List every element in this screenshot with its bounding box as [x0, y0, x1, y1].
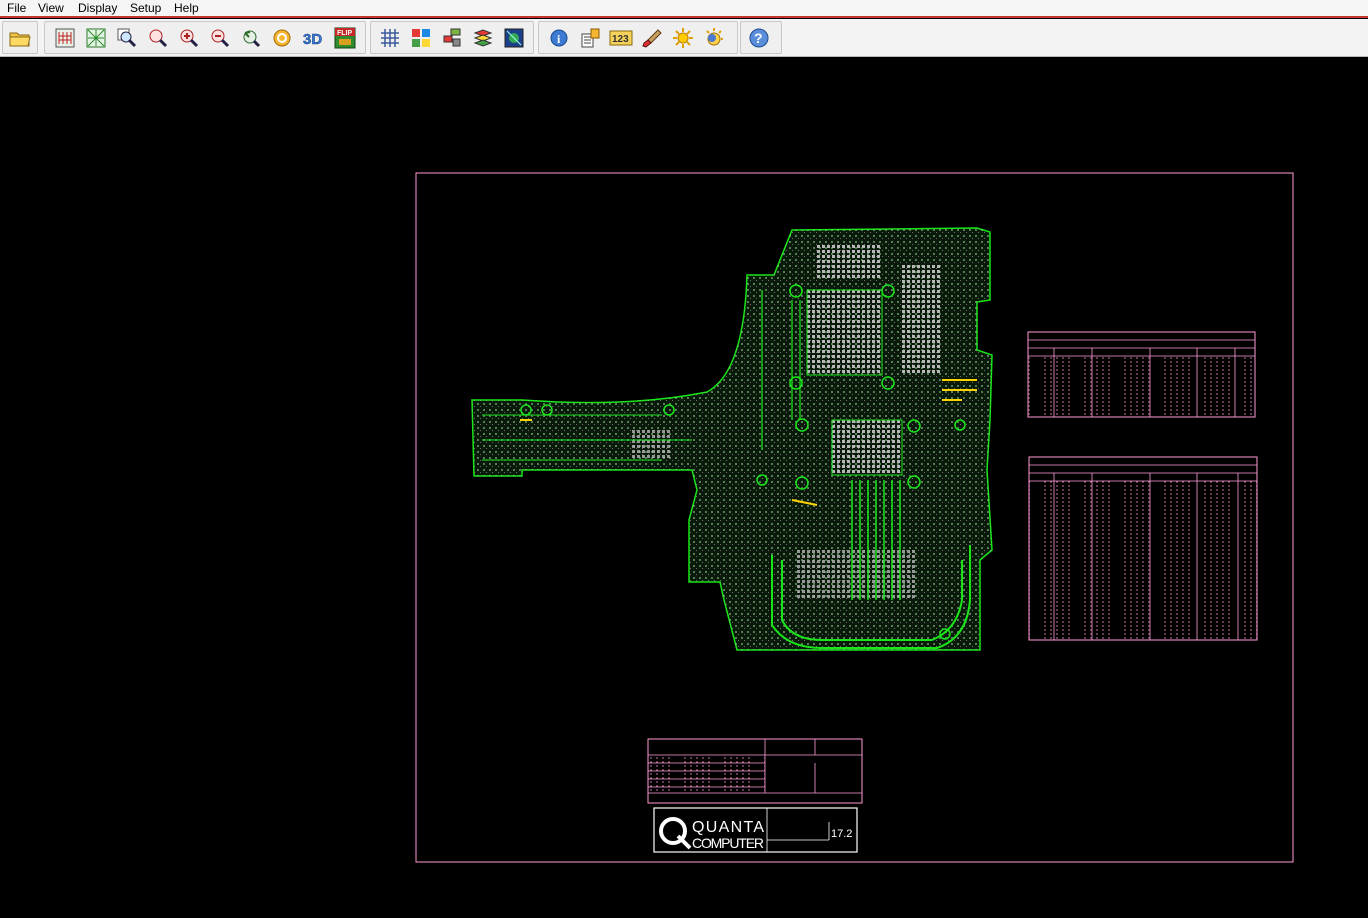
brightness-icon[interactable] [670, 25, 696, 51]
highlight-settings-icon[interactable] [701, 25, 727, 51]
svg-text:3D: 3D [303, 31, 322, 48]
drill-table-top [1027, 331, 1256, 418]
zoom-window-icon[interactable] [114, 25, 140, 51]
grid-view-icon[interactable] [83, 25, 109, 51]
zoom-out-icon[interactable] [207, 25, 233, 51]
title-block-table [647, 738, 863, 804]
logo-text-quanta: QUANTA [692, 819, 764, 836]
zoom-in-icon[interactable] [176, 25, 202, 51]
menu-help[interactable]: Help [174, 1, 199, 15]
flip-board-icon[interactable]: FLIP [332, 25, 358, 51]
components-icon[interactable] [439, 25, 465, 51]
svg-text:FLIP: FLIP [337, 30, 352, 37]
info-icon[interactable]: i [546, 25, 572, 51]
open-folder-icon[interactable] [7, 25, 33, 51]
layer-colors-icon[interactable] [408, 25, 434, 51]
quanta-logo-block: QUANTA COMPUTER 17.2 [653, 807, 858, 853]
menu-display[interactable]: Display [78, 1, 117, 15]
motherboard-layout[interactable] [471, 227, 993, 651]
svg-text:123: 123 [612, 34, 629, 45]
help-icon[interactable]: ? [746, 25, 772, 51]
drill-table-bottom [1028, 456, 1258, 641]
zoom-fit-icon[interactable] [145, 25, 171, 51]
board-image-icon[interactable] [501, 25, 527, 51]
svg-text:?: ? [754, 30, 763, 46]
three-d-view-icon[interactable]: 3D [300, 25, 326, 51]
menu-view[interactable]: View [38, 1, 64, 15]
rotate-icon[interactable] [269, 25, 295, 51]
revision-label: 17.2 [831, 828, 852, 840]
toolbar: 3D FLIP i 123 ? [0, 19, 1368, 57]
highlight-brush-icon[interactable] [639, 25, 665, 51]
menu-setup[interactable]: Setup [130, 1, 161, 15]
numbering-icon[interactable]: 123 [608, 25, 634, 51]
properties-icon[interactable] [577, 25, 603, 51]
cpu-area [806, 289, 883, 376]
board-canvas[interactable]: QUANTA COMPUTER 17.2 [2, 58, 1368, 913]
board-view-icon[interactable] [52, 25, 78, 51]
logo-text-computer: COMPUTER [692, 835, 764, 851]
zoom-previous-icon[interactable] [238, 25, 264, 51]
layers-stack-icon[interactable] [470, 25, 496, 51]
show-grid-icon[interactable] [377, 25, 403, 51]
menu-file[interactable]: File [7, 1, 26, 15]
menu-bar: File View Display Setup Help [0, 0, 1368, 18]
